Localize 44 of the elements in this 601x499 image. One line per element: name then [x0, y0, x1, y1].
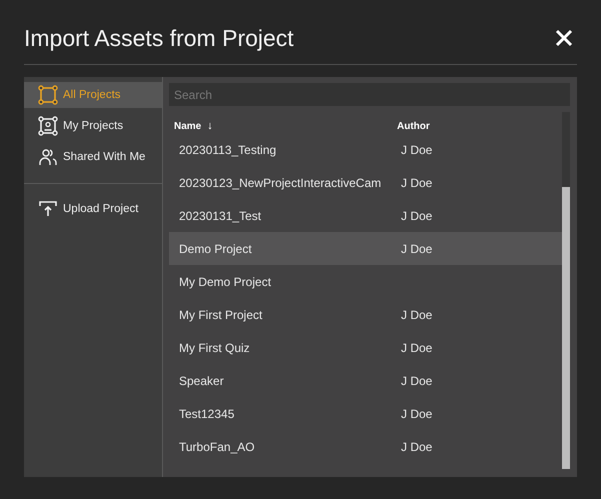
name-cell-text: 20230123_NewProjectInteractiveCam	[179, 176, 382, 190]
search-field[interactable]: Search	[169, 83, 570, 106]
table-row[interactable]: 20230131_Test J Doe	[169, 199, 562, 232]
name-cell-text: Speaker	[179, 374, 225, 388]
name-cell-text: 20230113_Testing	[179, 142, 278, 156]
table-row[interactable]: TurboFan_AO J Doe	[169, 430, 562, 463]
table-row[interactable]: Demo Project J Doe	[169, 232, 562, 265]
name-cell-text: My Demo Project	[179, 274, 272, 288]
close-icon[interactable]	[553, 27, 575, 49]
author-cell-text: J Doe	[400, 440, 434, 454]
table-row[interactable]: My First Project J Doe	[169, 298, 562, 331]
name-cell-text: Test12345	[179, 406, 236, 420]
people-icon	[38, 147, 58, 167]
name-cell-text: My First Quiz	[179, 340, 251, 354]
table-row[interactable]: Speaker J Doe	[169, 364, 562, 397]
column-header[interactable]: Name	[174, 120, 202, 132]
frame-icon	[38, 85, 58, 105]
column-header[interactable]: Author	[397, 120, 430, 132]
author-cell-text: J Doe	[400, 308, 434, 322]
sidebar-item[interactable]: My Projects	[24, 113, 162, 139]
author-cell-text: J Doe	[400, 242, 434, 256]
table-row[interactable]: 20230123_NewProjectInteractiveCam J Doe	[169, 166, 562, 199]
scrollbar-thumb[interactable]	[562, 187, 570, 469]
table-row[interactable]: My First Quiz J Doe	[169, 331, 562, 364]
author-cell-text: J Doe	[400, 208, 434, 222]
author-cell-text: J Doe	[400, 374, 434, 388]
name-cell-text: 20230131_Test	[179, 208, 262, 222]
sidebar-item[interactable]: Shared With Me	[24, 144, 162, 170]
sort-icon[interactable]: ↓	[207, 120, 213, 132]
table-row[interactable]: My Demo Project	[169, 265, 562, 298]
author-cell-text: J Doe	[400, 142, 434, 156]
person-frame-icon	[38, 116, 58, 136]
upload-item[interactable]: Upload Project	[24, 196, 162, 222]
name-cell-text: TurboFan_AO	[179, 440, 256, 454]
scrollbar[interactable]	[562, 112, 570, 469]
author-cell-text: J Doe	[400, 176, 434, 190]
table-row[interactable]: Test12345 J Doe	[169, 397, 562, 430]
dialog-title: Import Assets from Project	[24, 24, 294, 52]
upload-icon	[38, 199, 58, 219]
name-cell-text: Demo Project	[179, 242, 253, 256]
name-cell-text: My First Project	[179, 308, 264, 322]
author-cell-text: J Doe	[400, 340, 434, 354]
table-row[interactable]: 20230113_Testing J Doe	[169, 133, 562, 166]
author-cell-text: J Doe	[400, 406, 434, 420]
